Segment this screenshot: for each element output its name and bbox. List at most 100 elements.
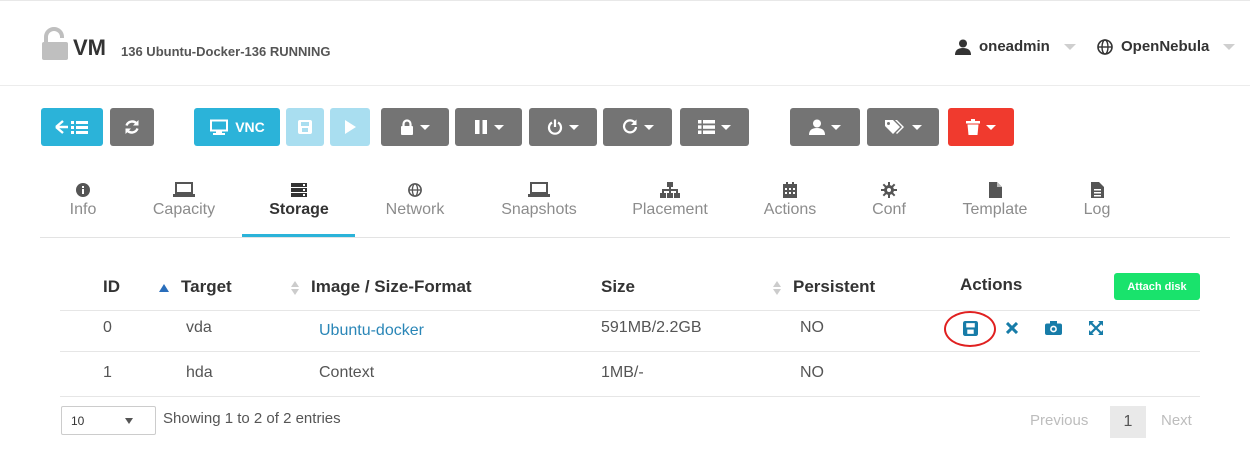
cell-id: 0 bbox=[103, 319, 112, 336]
cell-persistent: NO bbox=[800, 364, 824, 381]
cell-id: 1 bbox=[103, 364, 112, 381]
close-icon bbox=[1006, 322, 1018, 334]
refresh-button[interactable] bbox=[110, 108, 154, 146]
row-divider bbox=[60, 351, 1200, 352]
info-icon bbox=[76, 183, 90, 197]
chevron-down-icon bbox=[831, 124, 841, 130]
reboot-icon bbox=[622, 119, 637, 134]
cell-target: vda bbox=[186, 319, 212, 336]
entries-info: Showing 1 to 2 of 2 entries bbox=[163, 410, 341, 427]
storage-icon bbox=[291, 183, 307, 197]
user-dropdown-button[interactable] bbox=[790, 108, 860, 146]
play-icon bbox=[345, 120, 356, 134]
zone-menu[interactable]: OpenNebula bbox=[1097, 38, 1236, 55]
tags-icon bbox=[885, 120, 904, 134]
sitemap-icon bbox=[660, 182, 680, 198]
chevron-down-icon bbox=[643, 124, 654, 130]
chevron-down-icon bbox=[420, 124, 430, 130]
page-size-select[interactable]: 10 bbox=[61, 406, 156, 435]
active-tab-indicator bbox=[242, 234, 355, 237]
resize-disk-button[interactable] bbox=[1087, 319, 1105, 337]
row-divider bbox=[60, 396, 1200, 397]
zone-name: OpenNebula bbox=[1121, 38, 1210, 55]
column-header-size[interactable]: Size bbox=[601, 277, 635, 297]
unlock-icon bbox=[42, 27, 68, 60]
cell-size: 591MB/2.2GB bbox=[601, 319, 702, 336]
list-dropdown-button[interactable] bbox=[680, 108, 749, 146]
tab-actions[interactable]: Actions bbox=[757, 181, 823, 219]
pause-dropdown-button[interactable] bbox=[455, 108, 522, 146]
tab-conf[interactable]: Conf bbox=[866, 181, 912, 219]
user-menu[interactable]: oneadmin bbox=[955, 38, 1076, 55]
vm-subtitle: 136 Ubuntu-Docker-136 RUNNING bbox=[121, 44, 331, 59]
column-header-image[interactable]: Image / Size-Format bbox=[291, 277, 472, 297]
image-link[interactable]: Ubuntu-docker bbox=[319, 322, 424, 340]
chevron-down-icon bbox=[986, 124, 996, 130]
calendar-icon bbox=[783, 182, 797, 198]
sort-asc-icon bbox=[159, 283, 169, 292]
tab-storage[interactable]: Storage bbox=[262, 181, 336, 219]
snapshot-disk-button[interactable] bbox=[1044, 319, 1062, 337]
cell-image: Context bbox=[319, 364, 375, 381]
tab-log[interactable]: Log bbox=[1080, 181, 1114, 219]
tab-info[interactable]: Info bbox=[66, 181, 100, 219]
back-button[interactable] bbox=[41, 108, 103, 146]
next-page-button[interactable]: Next bbox=[1161, 412, 1192, 429]
detach-disk-button[interactable] bbox=[1003, 319, 1021, 337]
file-icon bbox=[988, 182, 1002, 198]
monitor-icon bbox=[210, 119, 229, 135]
tags-dropdown-button[interactable] bbox=[867, 108, 939, 146]
user-name: oneadmin bbox=[979, 38, 1050, 55]
globe-icon bbox=[408, 183, 422, 197]
attach-disk-button[interactable]: Attach disk bbox=[1114, 273, 1200, 300]
highlight-circle bbox=[944, 311, 996, 347]
lock-dropdown-button[interactable] bbox=[381, 108, 449, 146]
current-page-button[interactable]: 1 bbox=[1110, 406, 1146, 438]
user-icon bbox=[955, 39, 971, 55]
list-back-icon bbox=[55, 120, 88, 134]
chevron-down-icon bbox=[1063, 43, 1076, 50]
chevron-down-icon bbox=[1223, 43, 1236, 50]
file-text-icon bbox=[1090, 182, 1104, 198]
tab-placement[interactable]: Placement bbox=[624, 181, 716, 219]
cell-persistent: NO bbox=[800, 319, 824, 336]
power-dropdown-button[interactable] bbox=[529, 108, 597, 146]
save-button-disabled[interactable] bbox=[286, 108, 324, 146]
tab-template[interactable]: Template bbox=[955, 181, 1035, 219]
laptop-icon bbox=[173, 182, 195, 197]
save-icon bbox=[298, 120, 312, 134]
header-divider bbox=[60, 310, 1200, 311]
column-header-id[interactable]: ID bbox=[103, 277, 120, 297]
sort-both-icon bbox=[291, 280, 299, 295]
pause-icon bbox=[474, 120, 487, 134]
trash-icon bbox=[966, 119, 980, 135]
tab-capacity[interactable]: Capacity bbox=[147, 181, 221, 219]
tab-network[interactable]: Network bbox=[375, 181, 455, 219]
delete-dropdown-button[interactable] bbox=[948, 108, 1014, 146]
previous-page-button[interactable]: Previous bbox=[1030, 412, 1088, 429]
column-header-persistent[interactable]: Persistent bbox=[773, 277, 875, 297]
chevron-down-icon bbox=[721, 124, 731, 130]
reboot-dropdown-button[interactable] bbox=[603, 108, 672, 146]
chevron-down-icon bbox=[569, 124, 579, 130]
refresh-icon bbox=[125, 120, 139, 134]
cell-target: hda bbox=[186, 364, 213, 381]
chevron-down-icon bbox=[912, 124, 922, 130]
column-header-target[interactable]: Target bbox=[159, 277, 232, 297]
cell-size: 1MB/- bbox=[601, 364, 644, 381]
vm-panel: VM 136 Ubuntu-Docker-136 RUNNING oneadmi… bbox=[0, 0, 1250, 450]
sort-both-icon bbox=[773, 280, 781, 295]
vnc-label: VNC bbox=[235, 119, 265, 135]
user-icon bbox=[809, 119, 825, 135]
tabs-divider bbox=[40, 237, 1230, 238]
tab-snapshots[interactable]: Snapshots bbox=[494, 181, 584, 219]
column-header-actions: Actions bbox=[960, 275, 1023, 294]
vnc-button[interactable]: VNC bbox=[194, 108, 280, 146]
resize-icon bbox=[1089, 321, 1103, 335]
power-icon bbox=[547, 119, 563, 135]
header: VM 136 Ubuntu-Docker-136 RUNNING oneadmi… bbox=[0, 1, 1250, 86]
cog-icon bbox=[881, 182, 897, 198]
play-button-disabled[interactable] bbox=[330, 108, 370, 146]
lock-icon bbox=[401, 119, 413, 135]
list-icon bbox=[698, 120, 715, 134]
